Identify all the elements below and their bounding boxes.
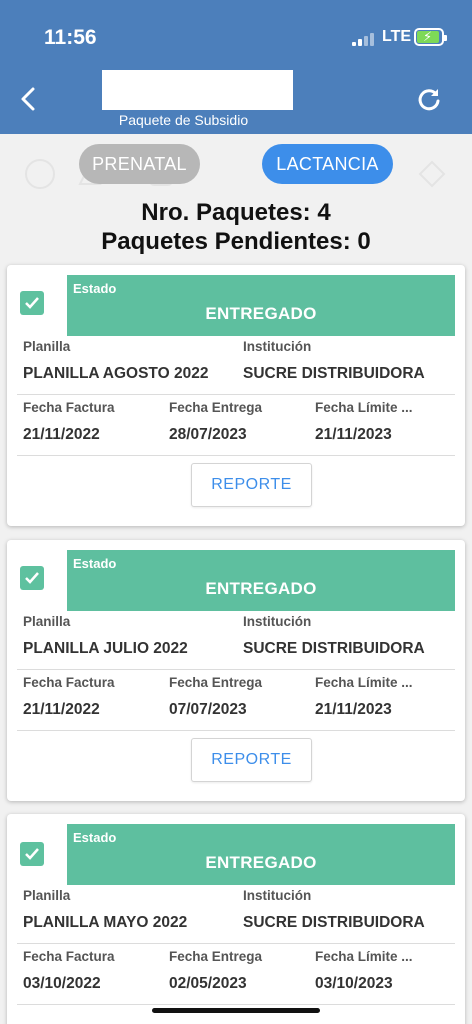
fecha-entrega-label: Fecha Entrega <box>169 400 263 415</box>
package-card: Estado ENTREGADO Planilla Institución PL… <box>7 265 465 526</box>
pending-packages: Paquetes Pendientes: 0 <box>101 228 371 255</box>
fecha-factura-label: Fecha Factura <box>23 400 115 415</box>
fecha-limite-value: 21/11/2023 <box>315 701 392 718</box>
planilla-value: PLANILLA AGOSTO 2022 <box>23 365 209 382</box>
status-value: ENTREGADO <box>205 853 317 872</box>
status-value: ENTREGADO <box>205 579 317 598</box>
divider <box>17 1004 455 1005</box>
card-checkbox[interactable] <box>20 566 44 590</box>
fecha-limite-label: Fecha Límite ... <box>315 675 413 690</box>
tab-prenatal[interactable]: PRENATAL <box>79 144 200 184</box>
fecha-factura-value: 03/10/2022 <box>23 975 101 992</box>
refresh-button[interactable] <box>414 84 444 114</box>
report-button[interactable]: REPORTE <box>191 738 312 782</box>
package-card: Estado ENTREGADO Planilla Institución PL… <box>7 814 465 1024</box>
fecha-limite-value: 21/11/2023 <box>315 426 392 443</box>
fecha-entrega-value: 02/05/2023 <box>169 975 247 992</box>
status-banner: Estado ENTREGADO <box>67 275 455 336</box>
fecha-limite-label: Fecha Límite ... <box>315 400 413 415</box>
back-button[interactable] <box>14 84 44 114</box>
network-type: LTE <box>382 28 412 45</box>
home-indicator <box>152 1008 320 1013</box>
total-packages: Nro. Paquetes: 4 <box>141 199 331 226</box>
divider <box>17 943 455 944</box>
status-time: 11:56 <box>44 26 97 49</box>
institucion-value: SUCRE DISTRIBUIDORA <box>243 640 425 657</box>
status-banner: Estado ENTREGADO <box>67 824 455 885</box>
institucion-value: SUCRE DISTRIBUIDORA <box>243 365 425 382</box>
header-subtitle: Paquete de Subsidio <box>118 112 249 128</box>
divider <box>17 394 455 395</box>
status-label: Estado <box>73 830 117 845</box>
tab-lactancia[interactable]: LACTANCIA <box>262 144 393 184</box>
divider <box>17 730 455 731</box>
fecha-limite-label: Fecha Límite ... <box>315 949 413 964</box>
planilla-value: PLANILLA JULIO 2022 <box>23 640 188 657</box>
institucion-label: Institución <box>243 339 312 354</box>
check-icon <box>25 297 39 309</box>
card-checkbox[interactable] <box>20 842 44 866</box>
institucion-label: Institución <box>243 614 312 629</box>
status-bar: 11:56 LTE ⚡ <box>0 0 472 70</box>
check-icon <box>25 848 39 860</box>
fecha-entrega-value: 28/07/2023 <box>169 426 247 443</box>
report-button[interactable]: REPORTE <box>191 463 312 507</box>
card-checkbox[interactable] <box>20 291 44 315</box>
summary: Nro. Paquetes: 4 Paquetes Pendientes: 0 <box>0 198 472 256</box>
status-label: Estado <box>73 281 117 296</box>
battery-icon: ⚡ <box>414 28 447 46</box>
signal-icon <box>352 32 378 46</box>
status-banner: Estado ENTREGADO <box>67 550 455 611</box>
planilla-label: Planilla <box>23 339 71 354</box>
planilla-value: PLANILLA MAYO 2022 <box>23 914 188 931</box>
tab-bar: PRENATAL LACTANCIA <box>0 144 472 184</box>
divider <box>17 455 455 456</box>
package-card: Estado ENTREGADO Planilla Institución PL… <box>7 540 465 801</box>
chevron-left-icon <box>21 87 35 111</box>
fecha-limite-value: 03/10/2023 <box>315 975 393 992</box>
divider <box>17 669 455 670</box>
header-title-box <box>102 70 293 110</box>
app-header: 11:56 LTE ⚡ Paquete de Subsidio <box>0 0 472 134</box>
planilla-label: Planilla <box>23 888 71 903</box>
fecha-factura-label: Fecha Factura <box>23 675 115 690</box>
fecha-factura-value: 21/11/2022 <box>23 426 100 443</box>
fecha-entrega-value: 07/07/2023 <box>169 701 247 718</box>
refresh-icon <box>418 89 440 111</box>
fecha-factura-label: Fecha Factura <box>23 949 115 964</box>
status-label: Estado <box>73 556 117 571</box>
institucion-value: SUCRE DISTRIBUIDORA <box>243 914 425 931</box>
fecha-entrega-label: Fecha Entrega <box>169 949 263 964</box>
check-icon <box>25 572 39 584</box>
institucion-label: Institución <box>243 888 312 903</box>
planilla-label: Planilla <box>23 614 71 629</box>
fecha-factura-value: 21/11/2022 <box>23 701 100 718</box>
status-value: ENTREGADO <box>205 304 317 323</box>
fecha-entrega-label: Fecha Entrega <box>169 675 263 690</box>
